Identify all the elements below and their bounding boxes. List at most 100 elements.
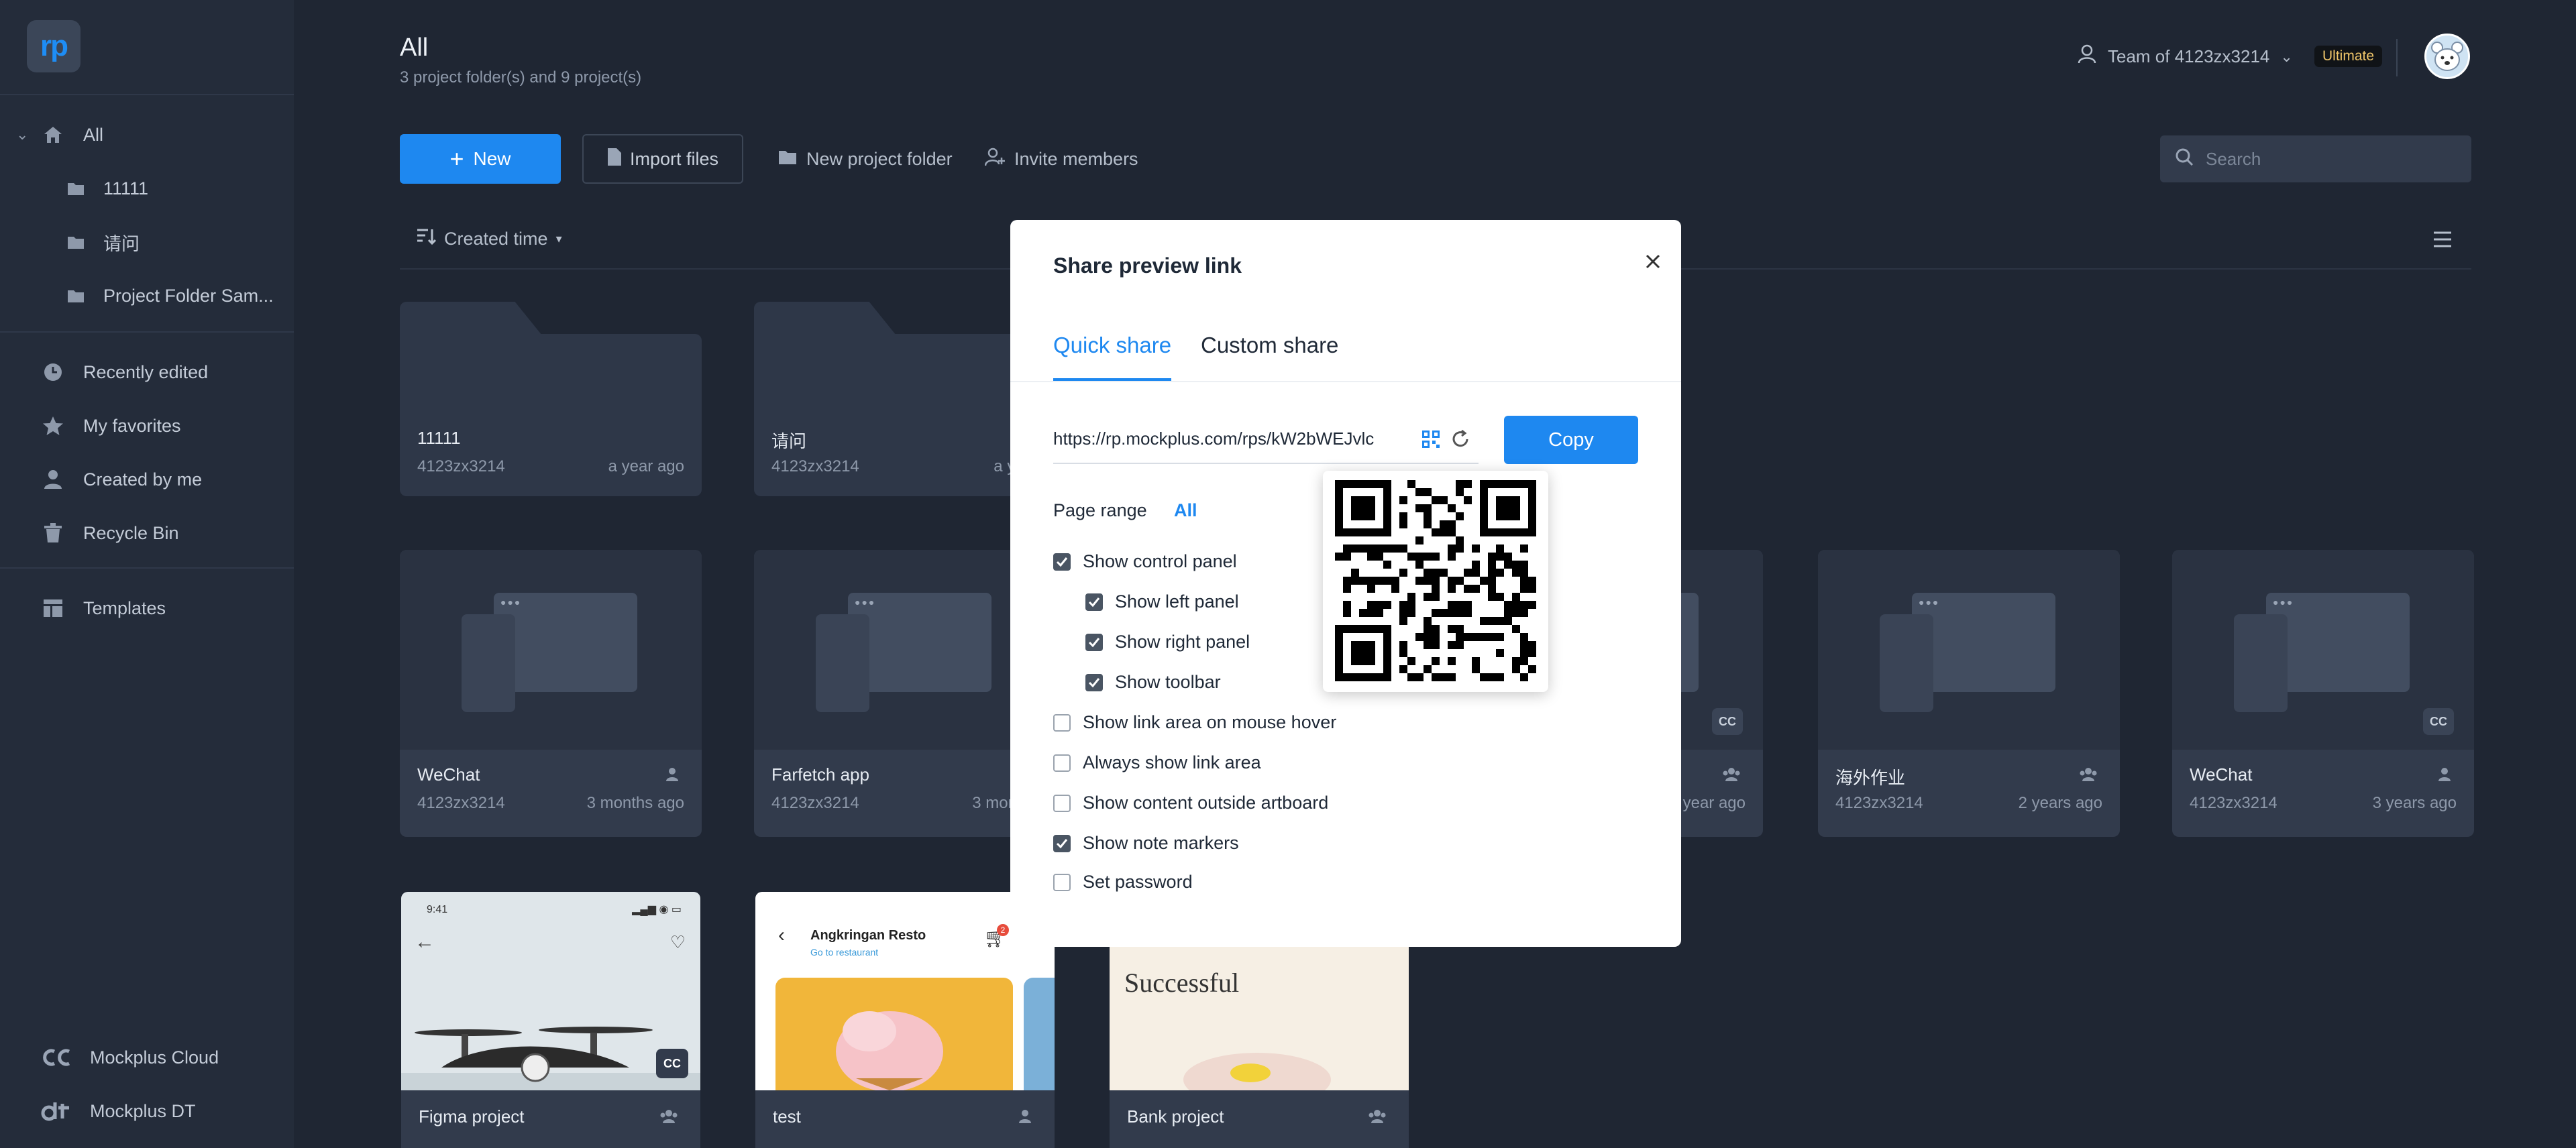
sidebar-folder-11111[interactable]: 11111	[0, 165, 294, 212]
window-placeholder: ●●●	[494, 593, 637, 692]
qr-module	[1496, 553, 1504, 561]
qr-module	[1496, 649, 1504, 657]
qr-module	[1424, 577, 1432, 585]
chevron-down-icon: ⌄	[2280, 48, 2293, 65]
share-link-field[interactable]: https://rp.mockplus.com/rps/kW2bWEJvlc	[1053, 414, 1479, 464]
qr-module	[1496, 673, 1504, 681]
option-show-right-panel[interactable]: Show right panel	[1085, 632, 1250, 652]
folder-card[interactable]: 11111 4123zx3214 a year ago	[400, 302, 702, 496]
option-show-left-panel[interactable]: Show left panel	[1085, 591, 1239, 612]
project-card[interactable]: ●●● CC WeChat 4123zx3214 3 years ago	[2172, 550, 2474, 837]
option-show-note-markers[interactable]: Show note markers	[1053, 833, 1239, 854]
copy-button[interactable]: Copy	[1504, 416, 1638, 464]
tab-custom-share[interactable]: Custom share	[1201, 333, 1338, 358]
qr-code-image	[1335, 480, 1536, 681]
cc-badge: CC	[656, 1049, 688, 1078]
checkbox[interactable]	[1053, 754, 1071, 772]
checkbox[interactable]	[1085, 633, 1103, 651]
qr-module	[1448, 641, 1456, 649]
checkbox[interactable]	[1053, 794, 1071, 812]
qr-module	[1448, 673, 1456, 681]
sidebar-item-templates[interactable]: Templates	[0, 585, 294, 632]
qr-module	[1520, 585, 1528, 593]
project-thumbnail: ●●●	[1818, 550, 2120, 750]
option-show-control-panel[interactable]: Show control panel	[1053, 551, 1237, 572]
qr-module	[1407, 593, 1415, 601]
search-icon	[2175, 148, 2194, 171]
back-arrow-icon: ←	[415, 931, 435, 953]
sidebar-item-all[interactable]: ⌄ All	[0, 111, 294, 158]
chevron-down-icon[interactable]: ⌄	[16, 126, 28, 144]
qr-module	[1488, 617, 1496, 625]
sidebar-item-mockplus-cloud[interactable]: Mockplus Cloud	[0, 1034, 294, 1081]
qr-module	[1488, 633, 1496, 641]
avatar[interactable]	[2424, 34, 2470, 79]
sidebar-folder-qingwen[interactable]: 请问	[0, 219, 294, 266]
checkbox[interactable]	[1053, 553, 1071, 571]
qr-module	[1472, 569, 1480, 577]
team-share-icon	[1368, 1109, 1386, 1127]
sidebar-item-created-by-me[interactable]: Created by me	[0, 456, 294, 503]
project-name: test	[773, 1106, 801, 1127]
sort-label: Created time	[444, 229, 548, 249]
sidebar-item-mockplus-dt[interactable]: Mockplus DT	[0, 1088, 294, 1135]
sidebar-item-my-favorites[interactable]: My favorites	[0, 402, 294, 449]
sidebar-item-label: Mockplus DT	[90, 1100, 196, 1121]
option-set-password[interactable]: Set password	[1053, 872, 1193, 893]
team-share-icon	[1723, 767, 1740, 785]
sort-dropdown[interactable]: Created time ▾	[416, 228, 562, 250]
new-button[interactable]: + New	[400, 134, 561, 184]
qr-module	[1480, 633, 1488, 641]
page-range-label: Page range	[1053, 500, 1147, 520]
checkbox[interactable]	[1053, 713, 1071, 732]
qr-module	[1415, 553, 1424, 561]
qr-module	[1520, 649, 1528, 657]
app-logo[interactable]: rp	[27, 20, 80, 72]
sidebar-item-recently-edited[interactable]: Recently edited	[0, 349, 294, 396]
option-show-link-area-hover[interactable]: Show link area on mouse hover	[1053, 712, 1336, 733]
project-owner: 4123zx3214	[1835, 794, 1923, 812]
qr-module	[1488, 577, 1496, 585]
qr-module	[1375, 601, 1383, 609]
sidebar: rp ⌄ All 11111 请问 Project Folder Sam... …	[0, 0, 294, 1148]
sidebar-item-label: Created by me	[83, 469, 203, 490]
star-icon	[42, 414, 64, 437]
qr-module	[1464, 480, 1472, 488]
refresh-icon[interactable]	[1450, 429, 1470, 453]
project-card[interactable]: ●●● WeChat 4123zx3214 3 months ago	[400, 550, 702, 837]
option-show-content-outside-artboard[interactable]: Show content outside artboard	[1053, 793, 1328, 813]
option-show-toolbar[interactable]: Show toolbar	[1085, 672, 1221, 693]
new-project-folder-button[interactable]: New project folder	[778, 134, 953, 184]
qr-module	[1432, 585, 1440, 593]
page-range-selector[interactable]: All	[1174, 500, 1197, 521]
option-label: Show note markers	[1083, 833, 1239, 853]
qr-module	[1367, 585, 1375, 593]
invite-members-button[interactable]: Invite members	[984, 134, 1138, 184]
qr-module	[1448, 609, 1456, 617]
import-files-button[interactable]: Import files	[582, 134, 743, 184]
tab-quick-share[interactable]: Quick share	[1053, 333, 1171, 358]
checkbox[interactable]	[1085, 673, 1103, 691]
sidebar-item-label: Templates	[83, 597, 166, 618]
sidebar-folder-project-sample[interactable]: Project Folder Sam...	[0, 272, 294, 319]
checkbox[interactable]	[1053, 834, 1071, 852]
list-view-icon[interactable]	[2432, 231, 2453, 251]
checkbox[interactable]	[1053, 873, 1071, 891]
qr-module	[1432, 553, 1440, 561]
option-always-show-link-area[interactable]: Always show link area	[1053, 752, 1261, 773]
close-icon[interactable]	[1641, 249, 1665, 274]
project-time: 2 years ago	[2018, 794, 2102, 812]
mockplus-dt-icon	[40, 1100, 72, 1123]
sidebar-divider	[0, 331, 294, 333]
project-card[interactable]: 9:41 ▂▄▆ ◉ ▭ ← ♡ CC Figma project	[401, 892, 700, 1148]
qr-module	[1424, 641, 1432, 649]
project-card[interactable]: ●●● 海外作业 4123zx3214 2 years ago	[1818, 550, 2120, 837]
sidebar-item-recycle-bin[interactable]: Recycle Bin	[0, 510, 294, 557]
qr-code-icon[interactable]	[1421, 429, 1441, 453]
team-share-icon	[2080, 767, 2097, 785]
search-input[interactable]: Search	[2160, 135, 2471, 182]
qr-module	[1440, 520, 1448, 528]
team-switcher[interactable]: Team of 4123zx3214 ⌄	[2077, 44, 2293, 69]
qr-module	[1480, 673, 1488, 681]
checkbox[interactable]	[1085, 593, 1103, 611]
